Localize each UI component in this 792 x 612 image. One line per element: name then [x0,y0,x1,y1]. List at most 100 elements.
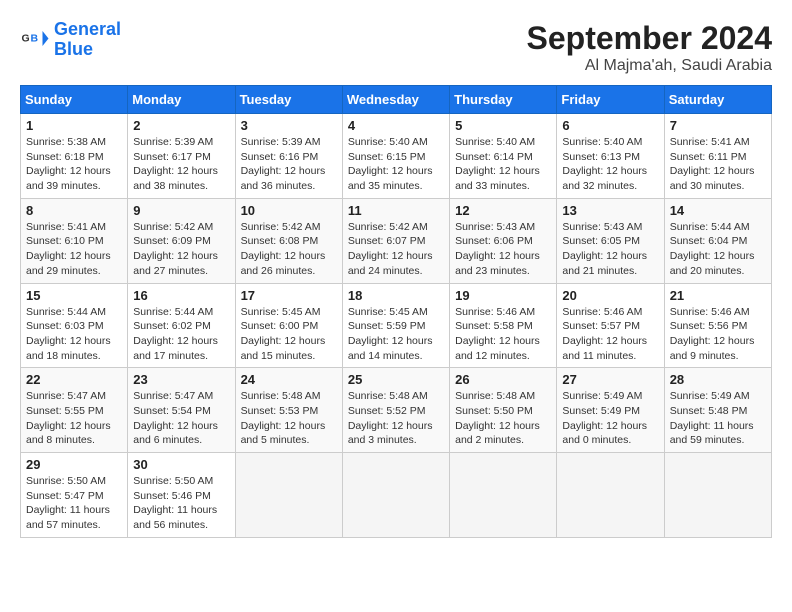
svg-text:G: G [22,32,30,44]
day-number: 8 [26,203,122,218]
calendar-cell: 5Sunrise: 5:40 AMSunset: 6:14 PMDaylight… [450,114,557,199]
day-number: 27 [562,372,658,387]
logo-icon: G B [20,25,50,55]
calendar-cell: 6 Sunrise: 5:40 AMSunset: 6:13 PMDaylight… [557,114,664,199]
day-number: 7 [670,118,766,133]
day-info: Sunrise: 5:45 AMSunset: 5:59 PMDaylight:… [348,305,444,364]
day-number: 12 [455,203,551,218]
day-info: Sunrise: 5:45 AMSunset: 6:00 PMDaylight:… [241,305,337,364]
calendar-week-row: 1Sunrise: 5:38 AMSunset: 6:18 PMDaylight… [21,114,772,199]
calendar-cell: 27Sunrise: 5:49 AMSunset: 5:49 PMDayligh… [557,368,664,453]
day-info: Sunrise: 5:41 AMSunset: 6:11 PMDaylight:… [670,135,766,194]
weekday-header: Friday [557,86,664,114]
day-number: 4 [348,118,444,133]
calendar-table: SundayMondayTuesdayWednesdayThursdayFrid… [20,85,772,538]
calendar-week-row: 29 Sunrise: 5:50 AMSunset: 5:47 PMDayligh… [21,453,772,538]
day-info: Sunrise: 5:47 AMSunset: 5:55 PMDaylight:… [26,389,122,448]
day-number: 24 [241,372,337,387]
calendar-week-row: 15Sunrise: 5:44 AMSunset: 6:03 PMDayligh… [21,283,772,368]
day-number: 1 [26,118,122,133]
day-number: 22 [26,372,122,387]
calendar-cell: 15Sunrise: 5:44 AMSunset: 6:03 PMDayligh… [21,283,128,368]
calendar-cell: 29 Sunrise: 5:50 AMSunset: 5:47 PMDayligh… [21,453,128,538]
calendar-cell [450,453,557,538]
day-number: 18 [348,288,444,303]
calendar-cell: 8 Sunrise: 5:41 AMSunset: 6:10 PMDaylight… [21,198,128,283]
title-area: September 2024 Al Majma'ah, Saudi Arabia [527,20,772,75]
day-number: 6 [562,118,658,133]
month-title: September 2024 [527,20,772,57]
day-info: Sunrise: 5:41 AMSunset: 6:10 PMDaylight:… [26,220,122,279]
day-info: Sunrise: 5:39 AMSunset: 6:16 PMDaylight:… [241,135,337,194]
day-info: Sunrise: 5:43 AMSunset: 6:06 PMDaylight:… [455,220,551,279]
calendar-cell: 16 Sunrise: 5:44 AMSunset: 6:02 PMDayligh… [128,283,235,368]
weekday-header-row: SundayMondayTuesdayWednesdayThursdayFrid… [21,86,772,114]
logo: G B General Blue [20,20,121,60]
day-number: 2 [133,118,229,133]
day-info: Sunrise: 5:46 AMSunset: 5:56 PMDaylight:… [670,305,766,364]
day-number: 16 [133,288,229,303]
day-info: Sunrise: 5:39 AMSunset: 6:17 PMDaylight:… [133,135,229,194]
day-info: Sunrise: 5:50 AMSunset: 5:46 PMDaylight:… [133,474,229,533]
calendar-cell: 2 Sunrise: 5:39 AMSunset: 6:17 PMDaylight… [128,114,235,199]
calendar-cell: 13Sunrise: 5:43 AMSunset: 6:05 PMDayligh… [557,198,664,283]
calendar-cell: 21 Sunrise: 5:46 AMSunset: 5:56 PMDayligh… [664,283,771,368]
calendar-cell: 3 Sunrise: 5:39 AMSunset: 6:16 PMDaylight… [235,114,342,199]
weekday-header: Sunday [21,86,128,114]
day-number: 29 [26,457,122,472]
day-number: 19 [455,288,551,303]
day-info: Sunrise: 5:44 AMSunset: 6:04 PMDaylight:… [670,220,766,279]
weekday-header: Saturday [664,86,771,114]
day-number: 20 [562,288,658,303]
day-number: 14 [670,203,766,218]
day-number: 21 [670,288,766,303]
weekday-header: Tuesday [235,86,342,114]
day-number: 3 [241,118,337,133]
calendar-cell: 14 Sunrise: 5:44 AMSunset: 6:04 PMDayligh… [664,198,771,283]
calendar-cell [235,453,342,538]
day-number: 13 [562,203,658,218]
day-info: Sunrise: 5:48 AMSunset: 5:50 PMDaylight:… [455,389,551,448]
calendar-cell: 30 Sunrise: 5:50 AMSunset: 5:46 PMDayligh… [128,453,235,538]
day-number: 30 [133,457,229,472]
day-number: 26 [455,372,551,387]
day-number: 25 [348,372,444,387]
day-info: Sunrise: 5:47 AMSunset: 5:54 PMDaylight:… [133,389,229,448]
day-number: 9 [133,203,229,218]
calendar-cell [557,453,664,538]
calendar-cell: 11Sunrise: 5:42 AMSunset: 6:07 PMDayligh… [342,198,449,283]
calendar-cell [342,453,449,538]
weekday-header: Wednesday [342,86,449,114]
day-info: Sunrise: 5:49 AMSunset: 5:48 PMDaylight:… [670,389,766,448]
day-info: Sunrise: 5:48 AMSunset: 5:53 PMDaylight:… [241,389,337,448]
day-number: 23 [133,372,229,387]
calendar-week-row: 8 Sunrise: 5:41 AMSunset: 6:10 PMDaylight… [21,198,772,283]
location-title: Al Majma'ah, Saudi Arabia [527,57,772,75]
calendar-cell: 23 Sunrise: 5:47 AMSunset: 5:54 PMDayligh… [128,368,235,453]
day-info: Sunrise: 5:42 AMSunset: 6:08 PMDaylight:… [241,220,337,279]
calendar-cell [664,453,771,538]
header-area: G B General Blue September 2024 Al Majma… [20,20,772,75]
day-info: Sunrise: 5:42 AMSunset: 6:09 PMDaylight:… [133,220,229,279]
calendar-cell: 7 Sunrise: 5:41 AMSunset: 6:11 PMDaylight… [664,114,771,199]
calendar-cell: 25 Sunrise: 5:48 AMSunset: 5:52 PMDayligh… [342,368,449,453]
day-number: 17 [241,288,337,303]
calendar-cell: 26 Sunrise: 5:48 AMSunset: 5:50 PMDayligh… [450,368,557,453]
weekday-header: Monday [128,86,235,114]
calendar-cell: 9 Sunrise: 5:42 AMSunset: 6:09 PMDaylight… [128,198,235,283]
calendar-cell: 22 Sunrise: 5:47 AMSunset: 5:55 PMDayligh… [21,368,128,453]
day-info: Sunrise: 5:40 AMSunset: 6:14 PMDaylight:… [455,135,551,194]
day-info: Sunrise: 5:40 AMSunset: 6:13 PMDaylight:… [562,135,658,194]
day-number: 28 [670,372,766,387]
day-info: Sunrise: 5:50 AMSunset: 5:47 PMDaylight:… [26,474,122,533]
calendar-cell: 12 Sunrise: 5:43 AMSunset: 6:06 PMDayligh… [450,198,557,283]
calendar-cell: 19Sunrise: 5:46 AMSunset: 5:58 PMDayligh… [450,283,557,368]
day-number: 11 [348,203,444,218]
day-number: 15 [26,288,122,303]
day-info: Sunrise: 5:48 AMSunset: 5:52 PMDaylight:… [348,389,444,448]
day-info: Sunrise: 5:44 AMSunset: 6:02 PMDaylight:… [133,305,229,364]
calendar-cell: 18 Sunrise: 5:45 AMSunset: 5:59 PMDayligh… [342,283,449,368]
calendar-cell: 10Sunrise: 5:42 AMSunset: 6:08 PMDayligh… [235,198,342,283]
calendar-cell: 20Sunrise: 5:46 AMSunset: 5:57 PMDayligh… [557,283,664,368]
logo-blue: Blue [54,39,93,59]
